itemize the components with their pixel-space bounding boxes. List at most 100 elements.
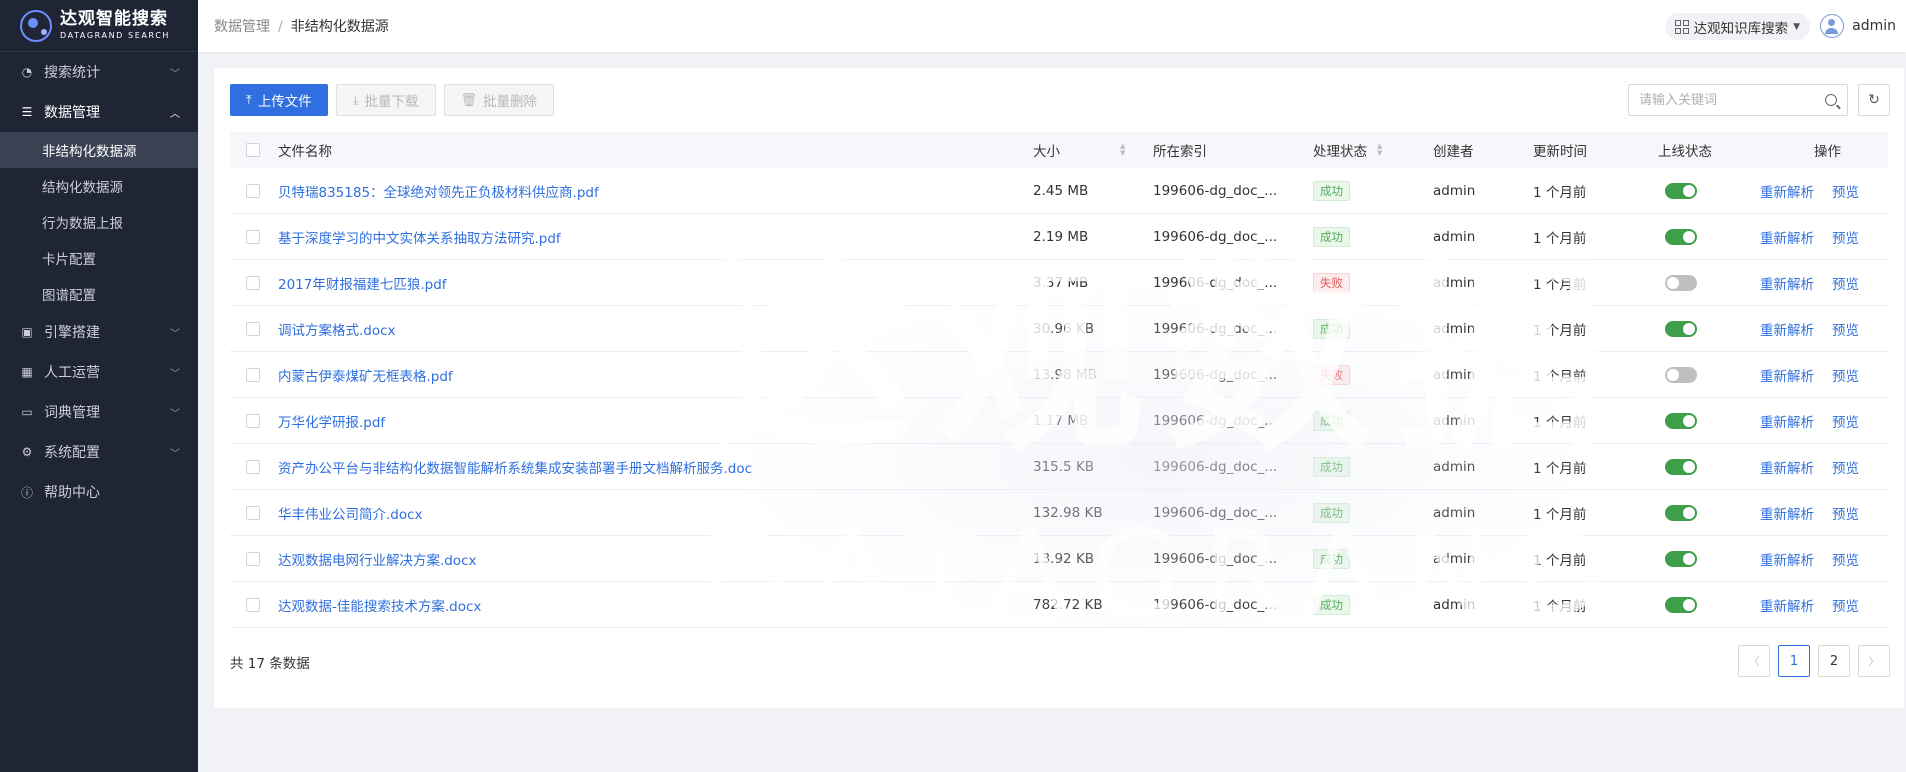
preview-link[interactable]: 预览 (1832, 457, 1859, 477)
online-toggle[interactable] (1665, 412, 1697, 429)
file-name-link[interactable]: 资产办公平台与非结构化数据智能解析系统集成安装部署手册文档解析服务.doc (278, 444, 752, 489)
file-name-link[interactable]: 达观数据电网行业解决方案.docx (278, 536, 477, 581)
row-checkbox[interactable] (246, 459, 260, 474)
online-toggle[interactable] (1665, 320, 1697, 337)
sidebar-subitem-card[interactable]: 卡片配置 (0, 240, 198, 276)
reparse-link[interactable]: 重新解析 (1760, 457, 1814, 477)
search-icon[interactable] (1825, 94, 1837, 106)
preview-link[interactable]: 预览 (1832, 181, 1859, 201)
row-checkbox[interactable] (246, 275, 260, 290)
row-checkbox[interactable] (246, 321, 260, 336)
breadcrumb-parent[interactable]: 数据管理 (214, 19, 270, 35)
reparse-link[interactable]: 重新解析 (1760, 595, 1814, 615)
sidebar-subitem-graph[interactable]: 图谱配置 (0, 276, 198, 312)
sort-icon[interactable]: ▲ ▼ (1120, 143, 1125, 157)
file-size: 3.37 MB (1033, 274, 1089, 291)
online-toggle[interactable] (1665, 458, 1697, 475)
row-checkbox[interactable] (246, 229, 260, 244)
sidebar-subitem-behavior[interactable]: 行为数据上报 (0, 204, 198, 240)
preview-link[interactable]: 预览 (1832, 503, 1859, 523)
reparse-link[interactable]: 重新解析 (1760, 319, 1814, 339)
updated-time: 1 个月前 (1533, 598, 1587, 615)
reparse-link[interactable]: 重新解析 (1760, 227, 1814, 247)
row-checkbox[interactable] (246, 505, 260, 520)
prev-page-button[interactable]: 〈 (1738, 645, 1770, 677)
reparse-link[interactable]: 重新解析 (1760, 411, 1814, 431)
file-name-link[interactable]: 贝特瑞835185：全球绝对领先正负极材料供应商.pdf (278, 168, 599, 213)
online-toggle[interactable] (1665, 274, 1697, 291)
sidebar-subitem-unstructured[interactable]: 非结构化数据源 (0, 132, 198, 168)
search-box (1628, 84, 1848, 116)
reparse-link[interactable]: 重新解析 (1760, 503, 1814, 523)
select-all-checkbox[interactable] (246, 143, 260, 157)
page-button[interactable]: 2 (1818, 645, 1850, 677)
breadcrumb-current: 非结构化数据源 (290, 19, 389, 35)
sidebar-item-label: 帮助中心 (44, 485, 100, 501)
sidebar-item-search-stats[interactable]: ◔ 搜索统计 ﹀ (0, 52, 198, 92)
reparse-link[interactable]: 重新解析 (1760, 549, 1814, 569)
reparse-link[interactable]: 重新解析 (1760, 365, 1814, 385)
file-name-link[interactable]: 基于深度学习的中文实体关系抽取方法研究.pdf (278, 214, 561, 259)
preview-link[interactable]: 预览 (1832, 365, 1859, 385)
file-index: 199606-dg_doc_... (1153, 320, 1278, 337)
file-name-link[interactable]: 达观数据-佳能搜索技术方案.docx (278, 582, 481, 627)
sidebar-item-system[interactable]: ⚙ 系统配置 ﹀ (0, 432, 198, 472)
file-name-link[interactable]: 万华化学研报.pdf (278, 398, 385, 443)
file-size: 132.98 KB (1033, 504, 1103, 521)
sidebar-subitem-structured[interactable]: 结构化数据源 (0, 168, 198, 204)
row-checkbox[interactable] (246, 183, 260, 198)
preview-link[interactable]: 预览 (1832, 411, 1859, 431)
preview-link[interactable]: 预览 (1832, 319, 1859, 339)
preview-link[interactable]: 预览 (1832, 227, 1859, 247)
creator: admin (1433, 228, 1476, 245)
column-header-creator: 创建者 (1433, 144, 1474, 160)
table-row: 内蒙古伊泰煤矿无框表格.pdf 13.98 MB 199606-dg_doc_...… (230, 352, 1888, 398)
preview-link[interactable]: 预览 (1832, 273, 1859, 293)
sort-icon[interactable]: ▲ ▼ (1377, 143, 1382, 157)
refresh-button[interactable]: ↻ (1858, 84, 1890, 116)
file-name-link[interactable]: 2017年财报福建七匹狼.pdf (278, 260, 447, 305)
row-checkbox[interactable] (246, 551, 260, 566)
page-button[interactable]: 1 (1778, 645, 1810, 677)
next-page-button[interactable]: 〉 (1858, 645, 1890, 677)
file-size: 13.92 KB (1033, 550, 1095, 567)
batch-delete-button[interactable]: 🗑 批量删除 (443, 84, 555, 116)
search-input[interactable] (1639, 92, 1825, 108)
user-name: admin (1852, 18, 1896, 34)
reparse-link[interactable]: 重新解析 (1760, 273, 1814, 293)
sidebar-item-engine[interactable]: ▣ 引擎搭建 ﹀ (0, 312, 198, 352)
file-name-link[interactable]: 内蒙古伊泰煤矿无框表格.pdf (278, 352, 453, 397)
online-toggle[interactable] (1665, 366, 1697, 383)
creator: admin (1433, 550, 1476, 567)
upload-button[interactable]: ⤒ 上传文件 (230, 84, 328, 116)
column-header-size[interactable]: 大小 ▲ ▼ (1033, 132, 1125, 168)
user-menu[interactable]: admin (1820, 14, 1896, 38)
upload-icon: ⤒ (246, 92, 252, 108)
reparse-link[interactable]: 重新解析 (1760, 181, 1814, 201)
sidebar-item-operation[interactable]: ▦ 人工运营 ﹀ (0, 352, 198, 392)
file-index: 199606-dg_doc_... (1153, 504, 1278, 521)
top-header: 数据管理 / 非结构化数据源 达观知识库搜索 ▼ admin (198, 0, 1906, 52)
preview-link[interactable]: 预览 (1832, 549, 1859, 569)
updated-time: 1 个月前 (1533, 230, 1587, 247)
row-checkbox[interactable] (246, 413, 260, 428)
preview-link[interactable]: 预览 (1832, 595, 1859, 615)
logo[interactable]: 达观智能搜索 DATAGRAND SEARCH (0, 0, 198, 52)
file-name-link[interactable]: 华丰伟业公司简介.docx (278, 490, 423, 535)
sidebar-item-data-management[interactable]: ☰ 数据管理 ︿ (0, 92, 198, 132)
online-toggle[interactable] (1665, 228, 1697, 245)
row-checkbox[interactable] (246, 597, 260, 612)
sidebar-item-dictionary[interactable]: ▭ 词典管理 ﹀ (0, 392, 198, 432)
sidebar-item-help[interactable]: ⓘ 帮助中心 (0, 472, 198, 512)
file-name-link[interactable]: 调试方案格式.docx (278, 306, 396, 351)
updated-time: 1 个月前 (1533, 368, 1587, 385)
batch-download-button[interactable]: ⤓ 批量下载 (335, 84, 436, 116)
online-toggle[interactable] (1665, 504, 1697, 521)
online-toggle[interactable] (1665, 596, 1697, 613)
knowledge-base-select[interactable]: 达观知识库搜索 ▼ (1664, 13, 1810, 40)
online-toggle[interactable] (1665, 550, 1697, 567)
online-toggle[interactable] (1665, 182, 1697, 199)
row-checkbox[interactable] (246, 367, 260, 382)
download-icon: ⤓ (352, 92, 359, 108)
column-header-status[interactable]: 处理状态 ▲ ▼ (1313, 132, 1382, 168)
